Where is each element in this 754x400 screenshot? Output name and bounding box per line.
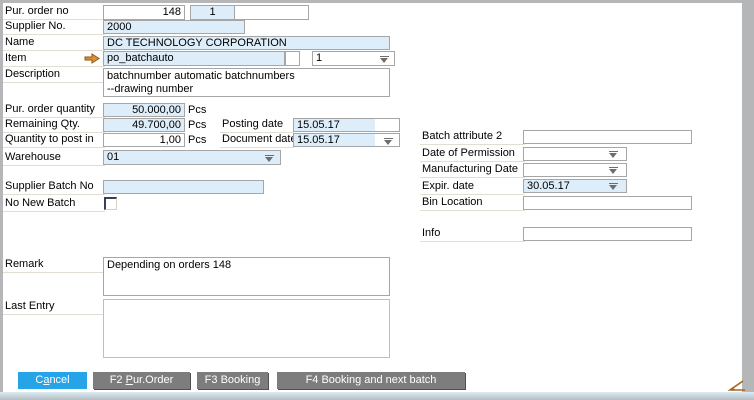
label-last-entry: Last Entry bbox=[3, 300, 105, 315]
qty-to-post-field[interactable]: 1,00 bbox=[103, 133, 185, 147]
label-qty-to-post: Quantity to post in bbox=[3, 133, 105, 148]
info-field[interactable] bbox=[523, 227, 692, 241]
chevron-down-icon[interactable] bbox=[380, 56, 389, 63]
label-info: Info bbox=[420, 227, 525, 242]
pur-order-qty-field[interactable]: 50.000,00 bbox=[103, 103, 185, 117]
supplier-batch-no-field[interactable] bbox=[103, 180, 264, 194]
name-field[interactable]: DC TECHNOLOGY CORPORATION bbox=[103, 36, 390, 50]
item-sub-field[interactable] bbox=[285, 51, 300, 66]
label-remark: Remark bbox=[3, 258, 105, 273]
document-date-dropdown[interactable]: 15.05.17 bbox=[293, 133, 400, 147]
expir-date-dropdown[interactable]: 30.05.17 bbox=[523, 179, 627, 193]
chevron-down-icon[interactable] bbox=[609, 167, 618, 174]
label-batch-attribute-2: Batch attribute 2 bbox=[420, 130, 525, 145]
window-border-bottom bbox=[0, 392, 754, 400]
description-field[interactable]: batchnumber automatic batchnumbers --dra… bbox=[103, 68, 390, 97]
item-line-dropdown[interactable]: 1 bbox=[312, 51, 395, 66]
window-border-top bbox=[0, 0, 754, 3]
f3-booking-button[interactable]: F3 Booking bbox=[197, 372, 268, 389]
label-no-new-batch: No New Batch bbox=[3, 197, 105, 212]
label-remaining-qty: Remaining Qty. bbox=[3, 118, 105, 133]
f4-booking-next-batch-button[interactable]: F4 Booking and next batch bbox=[277, 372, 465, 389]
date-of-permission-dropdown[interactable] bbox=[523, 147, 627, 161]
remark-text: Depending on orders 148 bbox=[107, 259, 386, 272]
label-name: Name bbox=[3, 36, 105, 51]
label-document-date: Document date bbox=[220, 133, 294, 148]
qty-to-post-unit: Pcs bbox=[188, 134, 206, 148]
expir-date-value: 30.05.17 bbox=[527, 180, 570, 192]
bin-location-field[interactable] bbox=[523, 196, 692, 210]
supplier-no-field[interactable]: 2000 bbox=[103, 20, 245, 34]
item-field[interactable]: po_batchauto bbox=[103, 51, 285, 66]
chevron-down-icon[interactable] bbox=[609, 183, 618, 190]
last-entry-textarea[interactable] bbox=[103, 299, 390, 358]
remaining-qty-field[interactable]: 49.700,00 bbox=[103, 118, 185, 132]
pur-order-qty-unit: Pcs bbox=[188, 104, 206, 118]
posting-date-empty-cell[interactable] bbox=[375, 119, 399, 131]
window-border-right bbox=[742, 0, 754, 400]
label-bin-location: Bin Location bbox=[420, 196, 525, 211]
label-description: Description bbox=[3, 68, 105, 83]
posting-date-value[interactable]: 15.05.17 bbox=[294, 119, 375, 131]
chevron-down-icon[interactable] bbox=[384, 138, 393, 145]
item-link-arrow-icon[interactable] bbox=[84, 53, 100, 64]
f2-pur-order-button[interactable]: F2 Pur.Order bbox=[93, 372, 190, 389]
line-number-empty-cell[interactable] bbox=[235, 6, 308, 19]
manufacturing-date-dropdown[interactable] bbox=[523, 163, 627, 177]
label-expir-date: Expir. date bbox=[420, 180, 525, 195]
pur-order-no-field[interactable]: 148 bbox=[103, 5, 185, 20]
label-supplier-no: Supplier No. bbox=[3, 20, 105, 35]
remark-textarea[interactable]: Depending on orders 148 bbox=[103, 257, 390, 296]
batch-attribute-2-field[interactable] bbox=[523, 130, 692, 144]
resize-handle-icon[interactable] bbox=[727, 380, 747, 393]
cancel-button[interactable]: Cancel bbox=[18, 372, 87, 389]
no-new-batch-checkbox[interactable] bbox=[104, 197, 117, 210]
label-supplier-batch-no: Supplier Batch No bbox=[3, 180, 105, 195]
line-number-value[interactable]: 1 bbox=[191, 6, 235, 19]
description-line-1: batchnumber automatic batchnumbers bbox=[107, 70, 386, 83]
f2-label-pre: F2 bbox=[110, 374, 126, 386]
label-posting-date: Posting date bbox=[220, 118, 294, 133]
chevron-down-icon[interactable] bbox=[265, 155, 274, 162]
f2-label-post: ur.Order bbox=[133, 374, 173, 386]
item-line-value: 1 bbox=[316, 52, 322, 64]
cancel-label-post: ncel bbox=[49, 374, 69, 386]
label-warehouse: Warehouse bbox=[3, 151, 105, 166]
batch-posting-window: Pur. order no Supplier No. Name Item Des… bbox=[0, 0, 754, 400]
warehouse-value: 01 bbox=[107, 151, 119, 163]
posting-date-field[interactable]: 15.05.17 bbox=[293, 118, 400, 132]
f2-label-accel: P bbox=[126, 374, 133, 386]
line-number-field[interactable]: 1 bbox=[190, 5, 309, 20]
label-pur-order-no: Pur. order no bbox=[3, 5, 105, 20]
chevron-down-icon[interactable] bbox=[609, 151, 618, 158]
description-line-2: --drawing number bbox=[107, 83, 386, 96]
label-manufacturing-date: Manufacturing Date bbox=[420, 163, 525, 178]
label-date-of-permission: Date of Permission bbox=[420, 147, 525, 162]
remaining-qty-unit: Pcs bbox=[188, 119, 206, 133]
label-pur-order-qty: Pur. order quantity bbox=[3, 103, 105, 118]
warehouse-dropdown[interactable]: 01 bbox=[103, 150, 281, 165]
document-date-value[interactable]: 15.05.17 bbox=[294, 134, 375, 146]
